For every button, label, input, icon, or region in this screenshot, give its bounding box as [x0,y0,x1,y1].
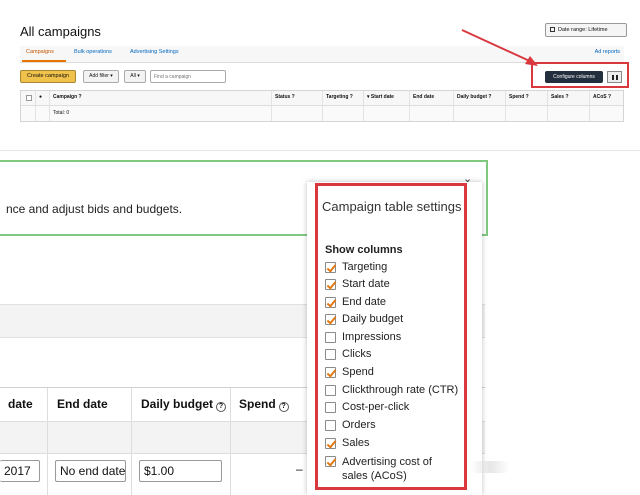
divider [505,91,506,121]
divider [363,91,364,121]
campaign-table: ● Campaign ? Status ? Targeting ? ▾ Star… [20,90,624,122]
column-option-label: Orders [342,419,376,431]
divider [322,91,323,121]
col-acos[interactable]: ACoS ? [593,94,611,100]
checkbox[interactable] [325,262,336,273]
divider [230,388,231,495]
column-option-label: Spend [342,366,374,378]
help-icon[interactable]: ? [216,402,227,412]
col-daily-budget[interactable]: Daily budget ? [457,94,491,100]
column-option-label: Daily budget [342,313,404,325]
divider [589,91,590,121]
daily-budget-field[interactable]: $1.00 [139,460,222,482]
show-columns-label: Show columns [325,244,403,256]
end-date-field[interactable]: No end date [55,460,126,482]
column-option-label: Sales [342,437,370,449]
divider [35,91,36,121]
col-campaign[interactable]: Campaign ? [53,94,82,100]
select-all-checkbox[interactable] [26,95,32,101]
checkbox[interactable] [325,332,336,343]
divider [409,91,410,121]
column-option-label: Impressions [342,331,402,343]
column-option-label: Cost-per-click [342,401,410,413]
divider [0,150,640,151]
grid-col-spend[interactable]: Spend? [239,397,289,412]
col-sales[interactable]: Sales ? [551,94,569,100]
col-status[interactable]: Status ? [275,94,295,100]
start-date-field[interactable]: 2017 [0,460,40,482]
checkbox[interactable] [325,297,336,308]
checkbox[interactable] [325,349,336,360]
column-option-label: Advertising cost of sales (ACoS) [342,456,432,482]
checkbox[interactable] [325,367,336,378]
grid-col-start-date[interactable]: date [8,397,33,411]
panel-title: Campaign table settings [322,199,462,214]
checkbox[interactable] [325,438,336,449]
col-spend[interactable]: Spend ? [509,94,529,100]
divider [271,91,272,121]
checkbox[interactable] [325,402,336,413]
col-start-date[interactable]: ▾ Start date [367,94,394,100]
watermark [470,461,510,473]
column-option-label: Start date [342,278,390,290]
spend-value: – [296,462,303,476]
status-dot-icon: ● [39,94,43,100]
divider [547,91,548,121]
col-targeting[interactable]: Targeting ? [326,94,353,100]
grid-col-daily-budget[interactable]: Daily budget? [141,397,227,412]
banner-text: nce and adjust bids and budgets. [6,202,183,216]
checkbox[interactable] [325,420,336,431]
checkbox[interactable] [325,456,336,467]
divider [49,91,50,121]
column-option-label: Clickthrough rate (CTR) [342,384,459,396]
divider [47,388,48,495]
grid-col-end-date[interactable]: End date [57,397,108,411]
checkbox[interactable] [325,279,336,290]
checkbox[interactable] [325,385,336,396]
col-end-date[interactable]: End date [413,94,434,100]
top-screenshot: All campaigns Date range: Lifetime Campa… [0,0,640,128]
column-option-label: Targeting [342,261,388,273]
total-label: Total: 0 [53,110,70,116]
checkbox[interactable] [325,314,336,325]
divider [453,91,454,121]
column-option-label: End date [342,296,387,308]
divider [131,388,132,495]
column-option-label: Clicks [342,348,372,360]
help-icon[interactable]: ? [278,402,289,412]
